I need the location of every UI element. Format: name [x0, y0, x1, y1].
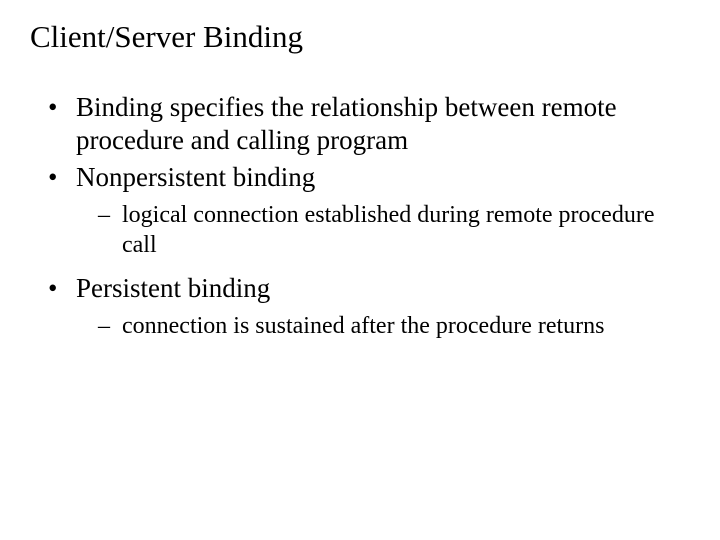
bullet-text: Binding specifies the relationship betwe… [76, 92, 617, 155]
list-item: Persistent binding connection is sustain… [58, 272, 690, 341]
bullet-text: Persistent binding [76, 273, 270, 303]
bullet-text: Nonpersistent binding [76, 162, 315, 192]
bullet-text: logical connection established during re… [122, 202, 654, 258]
list-item: connection is sustained after the proced… [106, 311, 690, 341]
bullet-list: Binding specifies the relationship betwe… [30, 91, 690, 341]
list-item: Binding specifies the relationship betwe… [58, 91, 690, 157]
slide-title: Client/Server Binding [30, 18, 690, 55]
list-item: Nonpersistent binding logical connection… [58, 161, 690, 260]
sub-bullet-list: connection is sustained after the proced… [76, 311, 690, 341]
sub-bullet-list: logical connection established during re… [76, 200, 690, 260]
slide: Client/Server Binding Binding specifies … [0, 0, 720, 540]
list-item: logical connection established during re… [106, 200, 690, 260]
bullet-text: connection is sustained after the proced… [122, 313, 604, 339]
